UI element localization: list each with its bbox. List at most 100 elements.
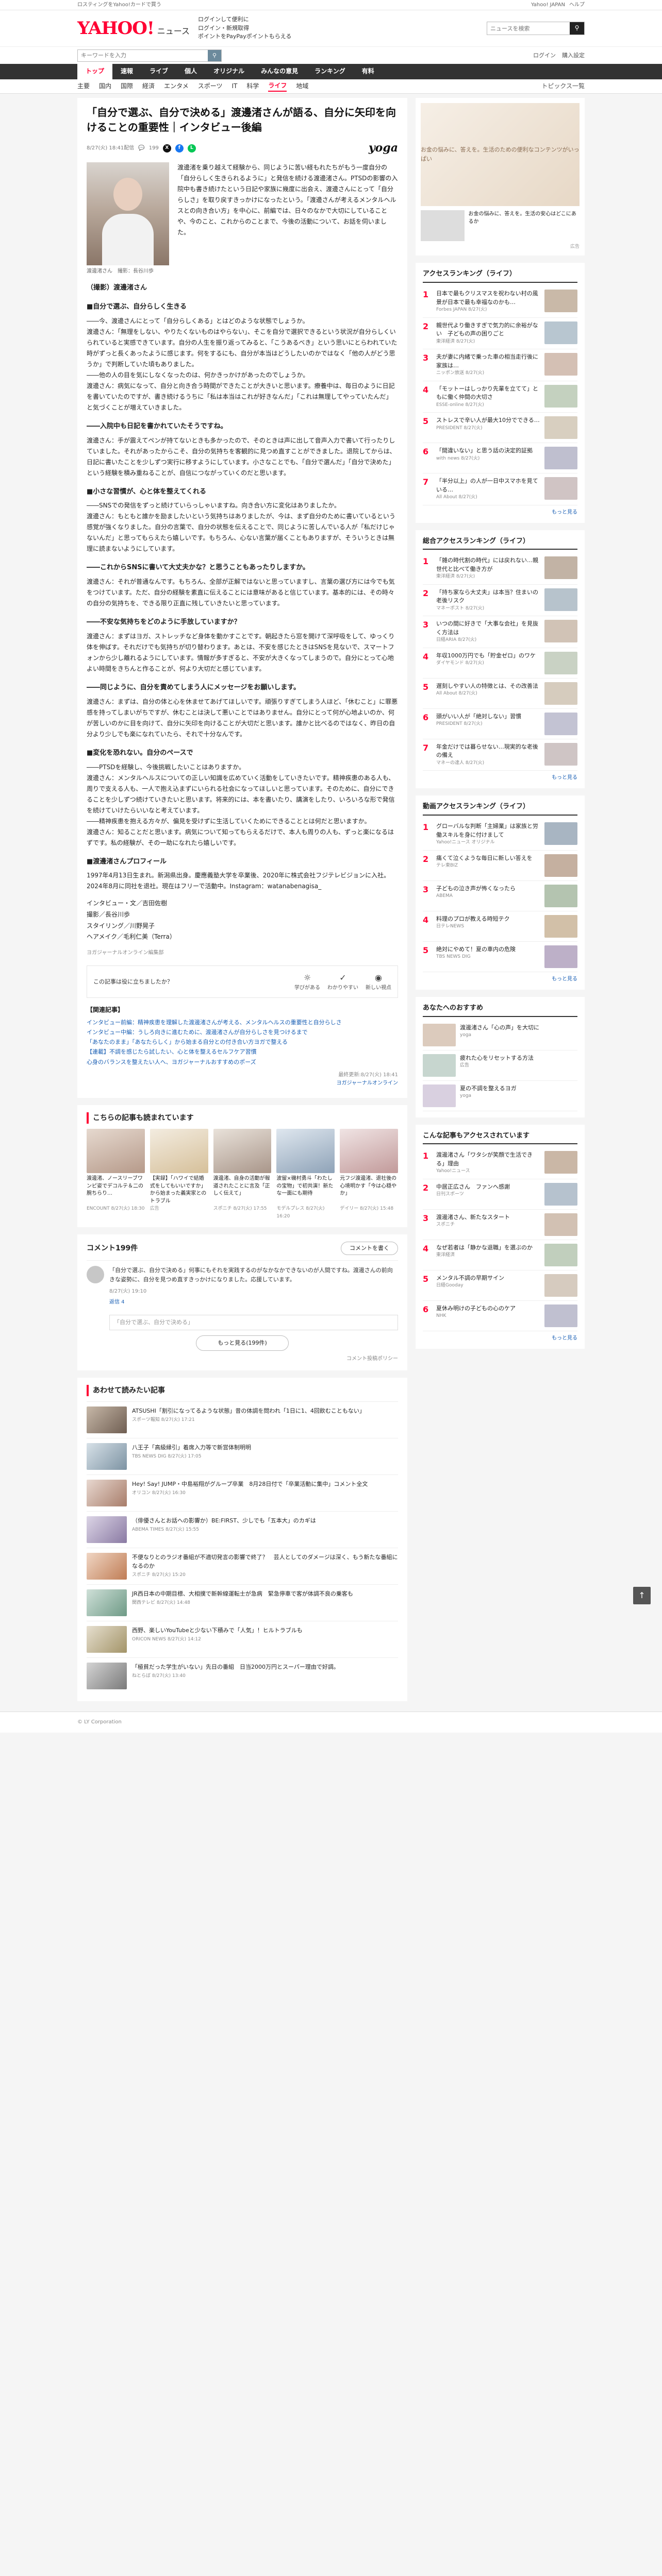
comment-count[interactable]: 199 bbox=[149, 144, 159, 152]
ranking-item[interactable]: 3 いつの間に好きで「大事な会社」を見抜く方法は 日経ARIA 8/27(火) bbox=[423, 616, 577, 648]
nav-individual[interactable]: 個人 bbox=[176, 64, 205, 79]
tab-entertainment[interactable]: エンタメ bbox=[164, 81, 189, 91]
scroll-top-button[interactable]: ↑ bbox=[633, 1587, 651, 1604]
purchase-settings-link[interactable]: 購入設定 bbox=[562, 51, 585, 60]
promo-link[interactable]: ロスティングをYahoo!カードで買う bbox=[77, 1, 161, 9]
tab-economy[interactable]: 経済 bbox=[142, 81, 155, 91]
list-item[interactable]: 「極貧だった学生がいない」先日の番組 日当2000万円とスーパー理由で好調。 ねと… bbox=[87, 1657, 398, 1694]
comment-policy-link[interactable]: コメント投稿ポリシー bbox=[87, 1355, 398, 1363]
provider-link[interactable]: ヨガジャーナルオンライン bbox=[87, 1079, 399, 1088]
ranking-item[interactable]: 6 「間違いない」と思う話の決定的証拠 with news 8/27(火) bbox=[423, 443, 577, 474]
ranking-item[interactable]: 4 なぜ若者は「静かな退職」を選ぶのか 東洋経済 bbox=[423, 1240, 577, 1270]
ranking-item[interactable]: 4 年収1000万円でも「貯金ゼロ」のワケ ダイヤモンド 8/27(火) bbox=[423, 648, 577, 679]
ranking-item[interactable]: 7 「半分以上」の人が一日中スマホを見ている… All About 8/27(火) bbox=[423, 473, 577, 505]
comment-icon[interactable]: 💬 bbox=[138, 144, 144, 152]
feedback-new[interactable]: ◉ 新しい視点 bbox=[366, 971, 391, 993]
recommend-item[interactable]: 夏の不調を整えるヨガ yoga bbox=[423, 1081, 577, 1111]
list-item[interactable]: 西野、楽しいYouTubeと少ない下積みで「人気」！ヒルトラブルも ORICON … bbox=[87, 1620, 398, 1657]
ranking-item[interactable]: 2 「持ち家なら大丈夫」は本当？住まいの老後リスク マネーポスト 8/27(火) bbox=[423, 585, 577, 617]
list-item[interactable]: （俳優さんとお話への影響か）BE:FIRST、少しでも「五本大」のカギは ABEM… bbox=[87, 1511, 398, 1548]
nav-paid[interactable]: 有料 bbox=[354, 64, 383, 79]
ranking-item[interactable]: 1 グローバルな判断「主婦業」は家族と労働スキルを身に付けまして Yahoo!ニュー… bbox=[423, 819, 577, 851]
line-share-icon[interactable]: L bbox=[187, 144, 196, 152]
ranking-item[interactable]: 3 夫が妻に内緒で乗った車の相当走行後に家族は… ニッポン放送 8/27(火) bbox=[423, 349, 577, 381]
tab-domestic[interactable]: 国内 bbox=[99, 81, 111, 91]
ranking-item[interactable]: 7 年金だけでは暮らせない…現実的な老後の備え マネーの達人 8/27(火) bbox=[423, 739, 577, 771]
ranking-more-link[interactable]: もっと見る bbox=[423, 509, 577, 517]
nav-breaking[interactable]: 速報 bbox=[112, 64, 141, 79]
tab-sports[interactable]: スポーツ bbox=[198, 81, 223, 91]
recommend-card[interactable]: 渡邊渚、ノースリーブワンピ姿でデコルテ＆二の腕ちらり… ENCOUNT 8/27… bbox=[87, 1129, 145, 1220]
header-link-2[interactable]: ログイン・新規取得 bbox=[198, 24, 291, 33]
ranking-item[interactable]: 4 料理のプロが教える時短テク 日テレNEWS bbox=[423, 911, 577, 942]
ranking-more-link[interactable]: もっと見る bbox=[423, 1334, 577, 1343]
ranking-item[interactable]: 1 渡邊渚さん「ワタシが笑顔で生活できる」理由 Yahoo!ニュース bbox=[423, 1147, 577, 1179]
related-link[interactable]: 「あなたのまま」「あなたらしく」から始まる自分との付き合い方ヨガで整える bbox=[87, 1037, 398, 1047]
list-item[interactable]: JR西日本の中期目標、大相撲で新幹線運転士が急病 緊急停車で客が体調不良の乗客も… bbox=[87, 1584, 398, 1621]
nav-top[interactable]: トップ bbox=[77, 64, 113, 79]
nav-live[interactable]: ライブ bbox=[141, 64, 176, 79]
tab-it[interactable]: IT bbox=[231, 81, 237, 91]
tab-international[interactable]: 国際 bbox=[121, 81, 133, 91]
header-search-button[interactable]: ⚲ bbox=[570, 22, 584, 35]
nav-opinions[interactable]: みんなの意見 bbox=[253, 64, 306, 79]
ranking-item[interactable]: 6 夏休み明けの子どもの心のケア NHK bbox=[423, 1301, 577, 1331]
topics-list-link[interactable]: トピックス一覧 bbox=[541, 81, 585, 91]
ranking-more-link[interactable]: もっと見る bbox=[423, 774, 577, 782]
related-link[interactable]: インタビュー中編：うしろ向きに進むために、渡邊渚さんが自分らしさを見つけるまで bbox=[87, 1027, 398, 1037]
tab-life[interactable]: ライフ bbox=[268, 81, 287, 92]
header-search-input[interactable] bbox=[487, 25, 570, 32]
ranking-item[interactable]: 3 子どもの泣き声が怖くなったら ABEMA bbox=[423, 881, 577, 911]
keyword-search-button[interactable]: ⚲ bbox=[208, 49, 221, 61]
related-link[interactable]: インタビュー前編：精神疾患を理解した渡邊渚さんが考える、メンタルヘルスの重要性と… bbox=[87, 1018, 398, 1027]
list-item[interactable]: 不便なりとのラジオ番組が不適切発言の影響で終了？ 芸人としてのダメージは深く、も… bbox=[87, 1547, 398, 1584]
feedback-learn[interactable]: ☼ 学びがある bbox=[294, 971, 320, 993]
list-item[interactable]: 八王子「高級縁引」着席入力等で新営体制明明 TBS NEWS DIG 8/27(火… bbox=[87, 1437, 398, 1475]
ranking-item[interactable]: 1 日本で最もクリスマスを祝わない村の風景が日本で最も幸福なのかも… Forbes … bbox=[423, 286, 577, 318]
ranking-item[interactable]: 1 「雑の時代割の時代」には戻れない…親世代と比べて働き方が 東洋経済 8/27(火… bbox=[423, 553, 577, 585]
header-link-1[interactable]: ログインして便利に bbox=[198, 15, 291, 24]
recommend-item[interactable]: 疲れた心をリセットする方法 広告 bbox=[423, 1050, 577, 1081]
feedback-clear[interactable]: ✓ わかりやすい bbox=[327, 971, 358, 993]
help-link[interactable]: ヘルプ bbox=[569, 1, 585, 9]
ranking-item[interactable]: 5 遅刻しやすい人の特徴とは、その改善法 All About 8/27(火) bbox=[423, 679, 577, 709]
recommend-card[interactable]: 【実録】「ハワイで結婚式をしてもいいですか」から始まった義実家とのトラブル 広告 bbox=[150, 1129, 208, 1220]
header-link-3[interactable]: ポイントをPayPayポイントもらえる bbox=[198, 32, 291, 41]
related-link[interactable]: 心身のバランスを整えたい人へ、ヨガジャーナルおすすめのポーズ bbox=[87, 1057, 398, 1067]
ranking-item[interactable]: 4 「モットーはしっかり先輩を立てて」ともに働く仲間の大切さ ESSE-online… bbox=[423, 381, 577, 413]
recommend-card[interactable]: 元フジ渡邊渚、退社後の心境明かす「今は心穏やか」 デイリー 8/27(火) 15… bbox=[340, 1129, 398, 1220]
sidebar-ad[interactable]: お金の悩みに、答えを。生活のための便利なコンテンツがいっぱい お金の悩みに、答え… bbox=[416, 98, 585, 256]
comment-input[interactable]: 「自分で選ぶ、自分で決める」 bbox=[109, 1314, 398, 1330]
ranking-item[interactable]: 6 頭がいい人が「絶対しない」習慣 PRESIDENT 8/27(火) bbox=[423, 709, 577, 739]
facebook-share-icon[interactable]: f bbox=[175, 144, 184, 152]
write-comment-button[interactable]: コメントを書く bbox=[341, 1241, 398, 1255]
ranking-item[interactable]: 2 痛くて泣くような毎日に新しい答えを テレ東BIZ bbox=[423, 851, 577, 881]
login-link[interactable]: ログイン bbox=[533, 51, 556, 60]
reply-link[interactable]: 返信 4 bbox=[109, 1298, 398, 1307]
ranking-item[interactable]: 2 親世代より働きすぎで気力的に余裕がない 子どもの声の困りごと 東洋経済 8/27… bbox=[423, 318, 577, 350]
nav-original[interactable]: オリジナル bbox=[205, 64, 253, 79]
ranking-item[interactable]: 2 中居正広さん ファンへ感謝 日刊スポーツ bbox=[423, 1179, 577, 1210]
article-photo[interactable] bbox=[87, 162, 169, 266]
more-comments-button[interactable]: もっと見る(199件) bbox=[196, 1335, 289, 1351]
list-item[interactable]: Hey! Say! JUMP・中島裕翔がグループ卒業 8月28日付で「卒業活動に… bbox=[87, 1474, 398, 1511]
yahoo-link[interactable]: Yahoo! JAPAN bbox=[531, 1, 565, 9]
keyword-input[interactable] bbox=[78, 52, 208, 59]
tab-main[interactable]: 主要 bbox=[77, 81, 90, 91]
ranking-item[interactable]: 5 ストレスで辛い人が最大10分でできる… PRESIDENT 8/27(火) bbox=[423, 413, 577, 444]
related-link[interactable]: 【連載】不調を感じたら試したい、心と体を整えるセルフケア習慣 bbox=[87, 1047, 398, 1057]
x-share-icon[interactable]: X bbox=[162, 144, 171, 152]
recommend-item[interactable]: 渡邊渚さん「心の声」を大切に yoga bbox=[423, 1020, 577, 1050]
ranking-more-link[interactable]: もっと見る bbox=[423, 975, 577, 984]
ranking-item[interactable]: 3 渡邊渚さん、新たなスタート スポニチ bbox=[423, 1210, 577, 1240]
provider-logo[interactable]: yoga bbox=[369, 139, 398, 157]
recommend-card[interactable]: 渡邊渚、自身の活動が報道されたことに言及「正しく伝えて」 スポニチ 8/27(火… bbox=[213, 1129, 272, 1220]
recommend-card[interactable]: 波留×磯村勇斗「わたしの宝物」で初共演！新たな一面にも期待 モデルプレス 8/2… bbox=[276, 1129, 335, 1220]
tab-science[interactable]: 科学 bbox=[246, 81, 259, 91]
nav-ranking[interactable]: ランキング bbox=[306, 64, 354, 79]
list-item[interactable]: ATSUSHI「割引になってるような状態」昔の体調を問われ「1日に1、4回飲むこ… bbox=[87, 1401, 398, 1438]
yahoo-news-logo[interactable]: YAHOO! ニュース bbox=[77, 14, 190, 42]
tab-local[interactable]: 地域 bbox=[296, 81, 308, 91]
ranking-item[interactable]: 5 メンタル不調の早期サイン 日経Gooday bbox=[423, 1270, 577, 1301]
ranking-item[interactable]: 5 絶対にやめて！夏の車内の危険 TBS NEWS DIG bbox=[423, 942, 577, 972]
